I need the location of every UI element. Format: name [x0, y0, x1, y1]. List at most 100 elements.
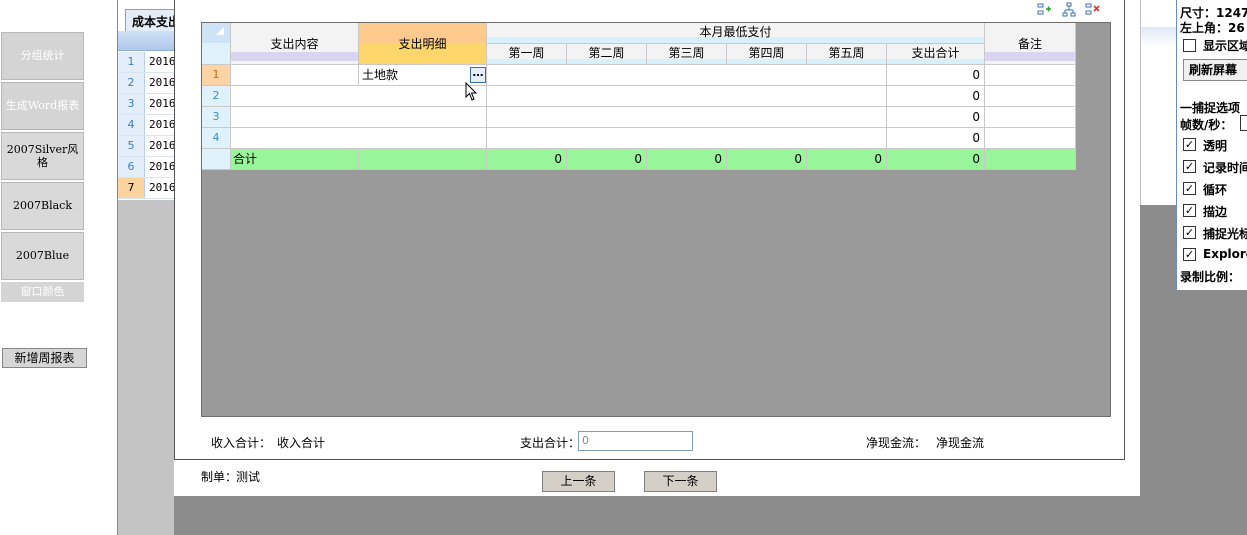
- capture-cursor-checkbox[interactable]: ✓: [1183, 226, 1196, 239]
- record-time-checkbox[interactable]: ✓: [1183, 160, 1196, 173]
- header-week-3[interactable]: 第三周: [647, 44, 727, 65]
- header-note[interactable]: 备注: [985, 23, 1076, 65]
- expense-grid: 支出内容 支出明细 本月最低支付 第一周 第二周 第三周 第四周 第五周 支出合…: [201, 22, 1111, 417]
- ellipsis-button[interactable]: …: [470, 67, 486, 83]
- fps-input[interactable]: [1240, 115, 1247, 131]
- cursor-arrow-icon: [465, 82, 478, 101]
- sheet-row-number: 2: [118, 73, 145, 93]
- header-week-4[interactable]: 第四周: [727, 44, 807, 65]
- header-content[interactable]: 支出内容: [231, 23, 359, 65]
- left-panel: 分组统计 生成Word报表 2007Silver风格 2007Black 200…: [0, 0, 118, 535]
- net-cashflow-label: 净现金流：: [866, 436, 927, 450]
- fps-label: 帧数/秒：: [1180, 118, 1233, 132]
- sheet-row-number: 1: [118, 52, 145, 72]
- sheet-row[interactable]: 6 2016: [118, 157, 176, 178]
- summary-label: 合计: [231, 149, 359, 170]
- header-detail-label: 支出明细: [398, 37, 447, 51]
- record-ratio-label: 录制比例：: [1180, 270, 1241, 284]
- row-number[interactable]: 4: [202, 128, 231, 149]
- show-region-label: 显示区域: [1203, 39, 1247, 53]
- cell-weeks[interactable]: [487, 65, 887, 86]
- header-total[interactable]: 支出合计: [887, 44, 985, 65]
- cell-content[interactable]: [231, 128, 487, 149]
- summary-note: [985, 149, 1076, 170]
- cell-content[interactable]: [231, 107, 487, 128]
- row-number[interactable]: 2: [202, 86, 231, 107]
- summary-week-1: 0: [487, 149, 567, 170]
- explorer-label: Explorer: [1203, 247, 1247, 261]
- header-week-label: 第一周: [508, 46, 545, 60]
- capture-cursor-label: 捕捉光标: [1203, 227, 1247, 241]
- header-content-label: 支出内容: [270, 37, 319, 51]
- cell-note[interactable]: [985, 128, 1076, 149]
- blue-style-button[interactable]: 2007Blue: [1, 232, 84, 280]
- weekly-report-dialog: 支出内容 支出明细 本月最低支付 第一周 第二周 第三周 第四周 第五周 支出合…: [174, 0, 1140, 496]
- sheet-row[interactable]: 7 2016: [118, 178, 176, 199]
- summary-week-2: 0: [567, 149, 647, 170]
- expense-total-label: 支出合计：: [520, 436, 581, 450]
- cell-content[interactable]: [231, 65, 359, 86]
- cell-total[interactable]: 0: [887, 128, 985, 149]
- sheet-row-number: 4: [118, 115, 145, 135]
- summary-detail: [359, 149, 487, 170]
- row-number[interactable]: 3: [202, 107, 231, 128]
- insert-row-icon[interactable]: [1037, 2, 1053, 18]
- income-total-label: 收入合计：: [211, 436, 272, 450]
- cell-note[interactable]: [985, 86, 1076, 107]
- generate-word-report-button[interactable]: 生成Word报表: [1, 82, 84, 130]
- cell-note[interactable]: [985, 107, 1076, 128]
- header-week-label: 第五周: [828, 46, 865, 60]
- table-corner[interactable]: [202, 23, 231, 65]
- sheet-cell: 2016: [149, 118, 176, 131]
- cell-weeks[interactable]: [487, 128, 887, 149]
- cell-detail-text: 土地款: [362, 68, 399, 82]
- capture-tool-panel: 尺寸：1247 左上角：26 显示区域 刷新屏幕 一捕捉选项 帧数/秒： ✓ 透…: [1176, 0, 1247, 290]
- cell-total[interactable]: 0: [887, 107, 985, 128]
- delete-row-icon[interactable]: [1085, 2, 1101, 18]
- header-week-label: 第二周: [588, 46, 625, 60]
- header-total-label: 支出合计: [911, 46, 960, 60]
- transparent-label: 透明: [1203, 139, 1228, 153]
- sheet-cell: 2016: [149, 76, 176, 89]
- black-style-button[interactable]: 2007Black: [1, 182, 84, 230]
- row-number[interactable]: 1: [202, 65, 231, 86]
- header-week-2[interactable]: 第二周: [567, 44, 647, 65]
- group-stats-button[interactable]: 分组统计: [1, 32, 84, 80]
- cell-note[interactable]: [985, 65, 1076, 86]
- outline-checkbox[interactable]: ✓: [1183, 204, 1196, 217]
- summary-week-4: 0: [727, 149, 807, 170]
- sheet-row[interactable]: 2 2016: [118, 73, 176, 94]
- expense-total-field[interactable]: 0: [578, 431, 693, 451]
- show-region-checkbox[interactable]: [1183, 39, 1196, 52]
- header-detail[interactable]: 支出明细: [359, 23, 487, 65]
- header-week-1[interactable]: 第一周: [487, 44, 567, 65]
- cell-content[interactable]: [231, 86, 487, 107]
- sheet-row[interactable]: 5 2016: [118, 136, 176, 157]
- refresh-screen-button[interactable]: 刷新屏幕: [1183, 59, 1247, 81]
- prev-record-button[interactable]: 上一条: [542, 471, 615, 492]
- outline-label: 描边: [1203, 205, 1228, 219]
- sheet-empty-area: [118, 200, 174, 535]
- header-week-5[interactable]: 第五周: [807, 44, 887, 65]
- cell-weeks[interactable]: [487, 107, 887, 128]
- sheet-row[interactable]: 1 2016: [118, 52, 176, 73]
- cell-total[interactable]: 0: [887, 86, 985, 107]
- next-record-button[interactable]: 下一条: [644, 471, 717, 492]
- tree-icon[interactable]: [1061, 2, 1077, 18]
- new-weekly-report-button[interactable]: 新增周报表: [2, 348, 87, 368]
- cell-weeks[interactable]: [487, 86, 887, 107]
- summary-total: 0: [887, 149, 985, 170]
- capture-options-header: 一捕捉选项: [1180, 101, 1241, 115]
- loop-checkbox[interactable]: ✓: [1183, 182, 1196, 195]
- sheet-row-number: 3: [118, 94, 145, 114]
- sheet-row[interactable]: 4 2016: [118, 115, 176, 136]
- cell-total[interactable]: 0: [887, 65, 985, 86]
- sheet-row[interactable]: 3 2016: [118, 94, 176, 115]
- loop-label: 循环: [1203, 183, 1228, 197]
- transparent-checkbox[interactable]: ✓: [1183, 138, 1196, 151]
- silver-style-button[interactable]: 2007Silver风格: [1, 132, 84, 180]
- explorer-checkbox[interactable]: ✓: [1183, 248, 1196, 261]
- topleft-readout: 左上角：26: [1180, 21, 1245, 35]
- sheet-row-number: 7: [118, 178, 145, 198]
- summary-week-3: 0: [647, 149, 727, 170]
